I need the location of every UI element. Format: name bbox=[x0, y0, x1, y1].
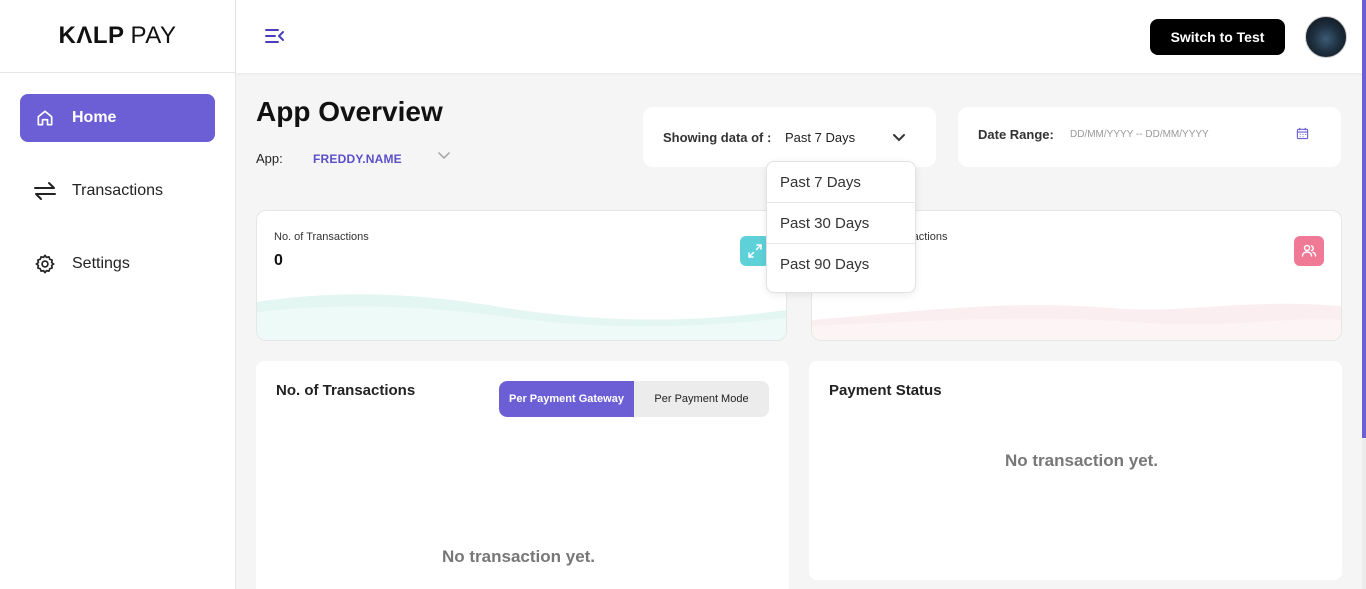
swap-arrows-icon bbox=[33, 179, 57, 203]
brand-logo[interactable]: KɅLP PAY bbox=[0, 0, 235, 73]
period-filter[interactable]: Showing data of : Past 7 Days bbox=[643, 107, 936, 167]
switch-to-test-button[interactable]: Switch to Test bbox=[1150, 19, 1285, 55]
chart-mode-toggle: Per Payment Gateway Per Payment Mode bbox=[499, 381, 769, 417]
scrollbar[interactable] bbox=[1362, 0, 1366, 589]
stat-wave bbox=[257, 294, 786, 340]
date-range-input[interactable]: DD/MM/YYYY -- DD/MM/YYYY bbox=[1070, 129, 1209, 140]
sidebar-item-label: Transactions bbox=[72, 182, 163, 199]
stat-title: No. of Transactions bbox=[274, 231, 369, 243]
calendar-icon[interactable] bbox=[1296, 127, 1310, 141]
date-range-filter: Date Range: DD/MM/YYYY -- DD/MM/YYYY bbox=[958, 107, 1341, 167]
top-bar: Switch to Test bbox=[236, 0, 1362, 73]
sidebar-nav: Home Transactions Settings bbox=[0, 73, 235, 288]
scrollbar-thumb[interactable] bbox=[1362, 0, 1366, 438]
panel-title: No. of Transactions bbox=[276, 382, 416, 399]
stat-value: 0 bbox=[274, 252, 283, 269]
transactions-panel: No. of Transactions Per Payment Gateway … bbox=[256, 361, 789, 589]
sidebar-item-home[interactable]: Home bbox=[20, 94, 215, 142]
logo-text-bold: KɅLP bbox=[58, 22, 125, 49]
sidebar-item-settings[interactable]: Settings bbox=[20, 240, 215, 288]
users-icon bbox=[1294, 236, 1324, 266]
panel-title: Payment Status bbox=[829, 382, 942, 399]
sidebar-item-label: Settings bbox=[72, 255, 130, 272]
dropdown-option-past-30-days[interactable]: Past 30 Days bbox=[767, 203, 915, 244]
stat-card-transactions: No. of Transactions 0 bbox=[256, 210, 787, 341]
avatar[interactable] bbox=[1305, 16, 1347, 58]
gear-icon bbox=[33, 252, 57, 276]
period-filter-label: Showing data of : bbox=[663, 130, 772, 145]
payment-status-panel: Payment Status No transaction yet. bbox=[809, 361, 1342, 580]
date-range-label: Date Range: bbox=[978, 127, 1054, 142]
chevron-down-icon[interactable] bbox=[437, 148, 451, 162]
app-label: App: bbox=[256, 151, 283, 166]
empty-state-text: No transaction yet. bbox=[1005, 451, 1159, 470]
dropdown-option-past-7-days[interactable]: Past 7 Days bbox=[767, 162, 915, 203]
logo-text-light: PAY bbox=[130, 22, 177, 49]
sidebar-item-transactions[interactable]: Transactions bbox=[20, 167, 215, 215]
collapse-menu-icon[interactable] bbox=[264, 26, 288, 48]
home-icon bbox=[33, 106, 57, 130]
chevron-down-icon[interactable] bbox=[891, 129, 907, 145]
page-title: App Overview bbox=[256, 96, 443, 127]
sidebar-item-label: Home bbox=[72, 109, 117, 126]
empty-state-text: No transaction yet. bbox=[442, 547, 596, 566]
period-filter-value[interactable]: Past 7 Days bbox=[785, 130, 855, 145]
dropdown-option-past-90-days[interactable]: Past 90 Days bbox=[767, 244, 915, 285]
per-payment-gateway-tab[interactable]: Per Payment Gateway bbox=[499, 381, 634, 417]
app-selector[interactable]: FREDDY.NAME bbox=[313, 152, 402, 166]
period-dropdown-menu: Past 7 Days Past 30 Days Past 90 Days bbox=[766, 161, 916, 293]
sidebar: KɅLP PAY Home Transactions Settings bbox=[0, 0, 236, 589]
per-payment-mode-tab[interactable]: Per Payment Mode bbox=[634, 381, 769, 417]
